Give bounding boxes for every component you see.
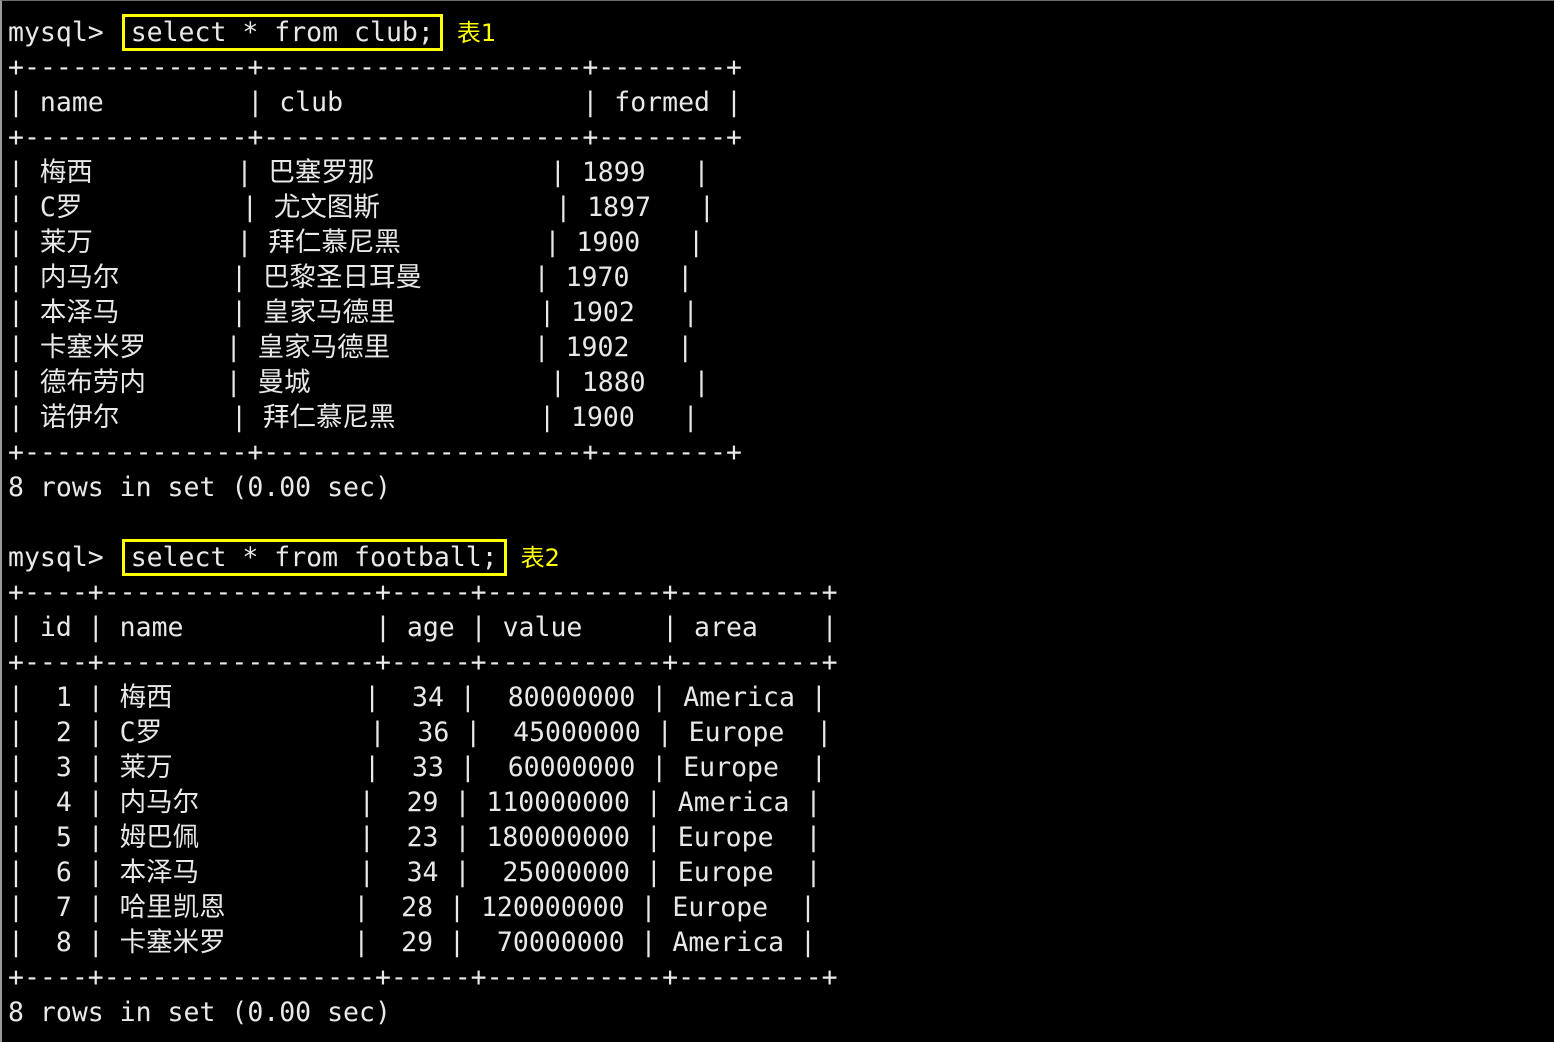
table-row: | C罗 | 尤文图斯 | 1897 | bbox=[8, 192, 715, 223]
table-1-separator-mid: +--------------+--------------------+---… bbox=[8, 122, 742, 153]
annotation-label-2: 表2 bbox=[520, 544, 560, 572]
table-row: | 5 | 姆巴佩 | 23 | 180000000 | Europe | bbox=[8, 822, 822, 853]
table-row: | 德布劳内 | 曼城 | 1880 | bbox=[8, 367, 710, 398]
table-row: | 3 | 莱万 | 33 | 60000000 | Europe | bbox=[8, 752, 827, 783]
table-1-header-row: | name | club | formed | bbox=[8, 87, 742, 118]
table-row: | 卡塞米罗 | 皇家马德里 | 1902 | bbox=[8, 332, 694, 363]
table-2-separator-top: +----+-----------------+-----+----------… bbox=[8, 577, 838, 608]
table-2-separator-mid: +----+-----------------+-----+----------… bbox=[8, 647, 838, 678]
table-row: | 1 | 梅西 | 34 | 80000000 | America | bbox=[8, 682, 827, 713]
table-row: | 梅西 | 巴塞罗那 | 1899 | bbox=[8, 157, 710, 188]
sql-command-1[interactable]: select * from club; bbox=[121, 14, 443, 51]
table-row: | 8 | 卡塞米罗 | 29 | 70000000 | America | bbox=[8, 927, 816, 958]
table-1-status-text: 8 rows in set (0.00 sec) bbox=[8, 472, 391, 503]
table-row: | 4 | 内马尔 | 29 | 110000000 | America | bbox=[8, 787, 822, 818]
table-row: | 莱万 | 拜仁慕尼黑 | 1900 | bbox=[8, 227, 705, 258]
terminal-window[interactable]: mysql> select * from club; 表1 +----------… bbox=[0, 0, 1554, 1042]
table-row: | 6 | 本泽马 | 34 | 25000000 | Europe | bbox=[8, 857, 822, 888]
table-row: | 诺伊尔 | 拜仁慕尼黑 | 1900 | bbox=[8, 402, 699, 433]
table-row: | 7 | 哈里凯恩 | 28 | 120000000 | Europe | bbox=[8, 892, 816, 923]
mysql-prompt-2: mysql> bbox=[8, 542, 120, 573]
table-1-separator-top: +--------------+--------------------+---… bbox=[8, 52, 742, 83]
table-2-status-text: 8 rows in set (0.00 sec) bbox=[8, 997, 391, 1028]
table-row: | 本泽马 | 皇家马德里 | 1902 | bbox=[8, 297, 699, 328]
annotation-label-1: 表1 bbox=[456, 19, 497, 47]
prompt-line-1: mysql> select * from club; 表1 bbox=[8, 14, 1548, 51]
table-row: | 2 | C罗 | 36 | 45000000 | Europe | bbox=[8, 717, 833, 748]
prompt-line-2: mysql> select * from football; 表2 bbox=[8, 539, 1548, 576]
terminal-screen: mysql> select * from club; 表1 +----------… bbox=[8, 14, 1548, 1030]
table-row: | 内马尔 | 巴黎圣日耳曼 | 1970 | bbox=[8, 262, 694, 293]
table-2-separator-bottom: +----+-----------------+-----+----------… bbox=[8, 962, 838, 993]
table-2-header-row: | id | name | age | value | area | bbox=[8, 612, 838, 643]
table-1-separator-bottom: +--------------+--------------------+---… bbox=[8, 437, 742, 468]
mysql-prompt-1: mysql> bbox=[8, 17, 120, 48]
sql-command-2[interactable]: select * from football; bbox=[121, 539, 507, 576]
